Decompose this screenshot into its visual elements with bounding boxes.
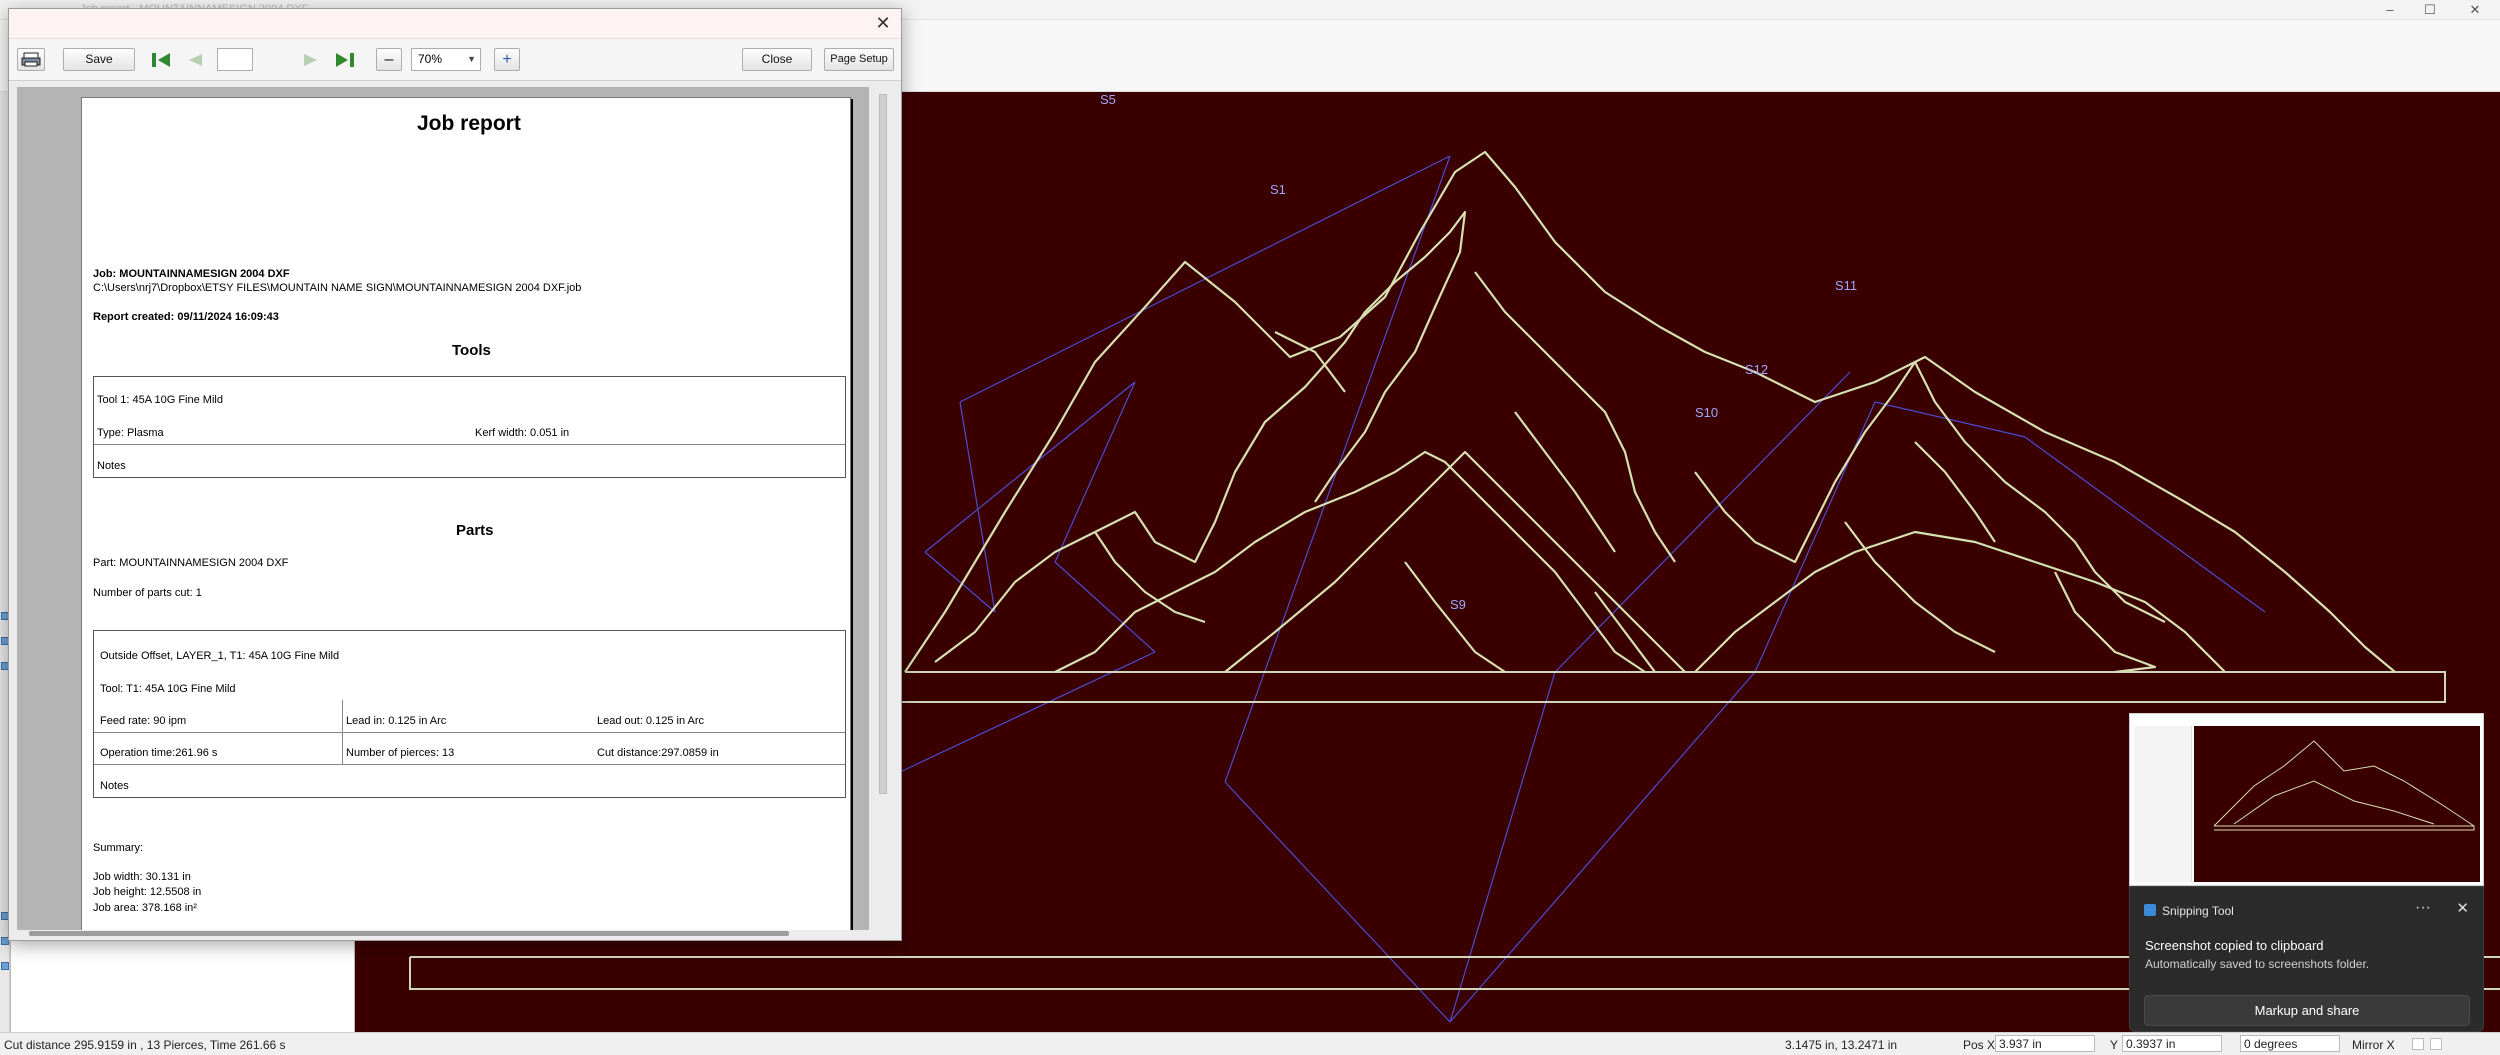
last-page-icon [336, 53, 354, 67]
operation-table-divider [94, 764, 845, 765]
next-page-button[interactable] [297, 48, 325, 71]
screenshot-thumbnail[interactable] [2129, 713, 2484, 886]
last-page-button[interactable] [331, 48, 359, 71]
pos-y-field[interactable]: 0.3937 in [2122, 1035, 2222, 1052]
zoom-out-button[interactable]: – [376, 48, 402, 71]
markup-and-share-button[interactable]: Markup and share [2144, 995, 2470, 1026]
previous-page-button[interactable] [181, 48, 209, 71]
operation-lead-in: Lead in: 0.125 in Arc [346, 715, 447, 727]
part-name: Part: MOUNTAINNAMESIGN 2004 DXF [93, 557, 289, 569]
thumbnail-dialog-preview [2134, 726, 2192, 882]
zoom-value: 70% [418, 52, 443, 66]
operation-name: Outside Offset, LAYER_1, T1: 45A 10G Fin… [100, 650, 340, 662]
printer-icon [21, 52, 41, 67]
operation-lead-out: Lead out: 0.125 in Arc [597, 715, 705, 727]
maximize-button[interactable]: ☐ [2415, 2, 2445, 18]
next-page-icon [304, 54, 317, 66]
operation-table-divider [94, 732, 845, 733]
toast-subtitle: Automatically saved to screenshots folde… [2145, 957, 2370, 971]
report-job-name: Job: MOUNTAINNAMESIGN 2004 DXF [93, 268, 290, 280]
mirror-x-checkbox[interactable] [2412, 1038, 2424, 1050]
previous-page-icon [189, 54, 202, 66]
tool-notes: Notes [97, 460, 126, 472]
summary-job-height: Job height: 12.5508 in [93, 886, 202, 898]
angle-field[interactable]: 0 degrees [2240, 1035, 2340, 1052]
mountain-outlines [904, 150, 2396, 674]
tools-heading: Tools [452, 342, 491, 359]
toast-title: Screenshot copied to clipboard [2145, 938, 2324, 953]
operation-table-column [342, 700, 343, 764]
mirror-x-label: Mirror X [2352, 1038, 2395, 1052]
snipping-tool-icon [2144, 904, 2156, 916]
desktop-screen: Job report - MOUNTAINNAMESIGN 2004 DXF –… [0, 0, 2500, 1055]
summary-job-width: Job width: 30.131 in [93, 871, 191, 883]
print-button[interactable] [17, 48, 45, 71]
chevron-down-icon: ▼ [467, 54, 476, 64]
save-button[interactable]: Save [63, 48, 135, 71]
thumbnail-drawing [2213, 740, 2475, 831]
report-page: Job report Job: MOUNTAINNAMESIGN 2004 DX… [81, 97, 851, 930]
operation-feed-rate: Feed rate: 90 ipm [100, 715, 187, 727]
operation-notes: Notes [100, 780, 129, 792]
pierce-label-s9: S9 [1450, 597, 1466, 612]
parts-cut-count: Number of parts cut: 1 [93, 587, 202, 599]
minimize-button[interactable]: – [2375, 2, 2405, 18]
tool-strip-icon[interactable] [1, 962, 9, 970]
report-title: Job report [417, 112, 521, 135]
parts-heading: Parts [456, 522, 494, 539]
more-options-icon[interactable]: ··· [2415, 899, 2431, 917]
report-job-path: C:\Users\nrj7\Dropbox\ETSY FILES\MOUNTAI… [93, 282, 582, 294]
pierce-label-s1: S1 [1270, 182, 1286, 197]
summary-heading: Summary: [93, 842, 144, 854]
vertical-scrollbar[interactable] [879, 94, 887, 794]
main-close-button[interactable]: ✕ [2460, 2, 2490, 18]
report-toolbar: Save – 70% ▼ + Close Page Setup [9, 39, 901, 81]
toast-app-name: Snipping Tool [2162, 904, 2234, 918]
tool-type: Type: Plasma [97, 427, 164, 439]
status-cursor-coords: 3.1475 in, 13.2471 in [1785, 1038, 1898, 1052]
status-cut-summary: Cut distance 295.9159 in , 13 Pierces, T… [4, 1038, 286, 1052]
operation-time: Operation time:261.96 s [100, 747, 218, 759]
page-setup-button[interactable]: Page Setup [824, 48, 894, 71]
pos-y-label: Y [2110, 1038, 2119, 1052]
operation-pierces: Number of pierces: 13 [346, 747, 455, 759]
pos-x-label: Pos X [1963, 1038, 1996, 1052]
snipping-tool-toast: Snipping Tool ··· ✕ Screenshot copied to… [2129, 886, 2484, 1032]
summary-job-area: Job area: 378.168 in² [93, 902, 197, 914]
pierce-label-s11: S11 [1835, 278, 1858, 293]
tool-kerf-width: Kerf width: 0.051 in [475, 427, 570, 439]
zoom-in-icon: + [502, 51, 512, 68]
pierce-label-s12: S12 [1745, 362, 1769, 377]
thumbnail-canvas-preview [2194, 726, 2480, 882]
pos-x-field[interactable]: 3.937 in [1995, 1035, 2095, 1052]
toast-close-icon[interactable]: ✕ [2456, 899, 2469, 917]
first-page-button[interactable] [147, 48, 175, 71]
tool-table-divider [94, 444, 845, 445]
tool-name: Tool 1: 45A 10G Fine Mild [97, 394, 223, 406]
first-page-icon [152, 53, 170, 67]
zoom-in-button[interactable]: + [494, 48, 520, 71]
horizontal-scrollbar[interactable] [29, 931, 789, 936]
mirror-y-checkbox[interactable] [2430, 1038, 2442, 1050]
status-bar: Cut distance 295.9159 in , 13 Pierces, T… [0, 1032, 2500, 1055]
close-button[interactable]: Close [742, 48, 812, 71]
dialog-close-x-button[interactable]: ✕ [871, 12, 895, 34]
pierce-label-s5: S5 [1100, 92, 1116, 107]
zoom-out-icon: – [384, 51, 394, 68]
zoom-select[interactable]: 70% ▼ [411, 48, 481, 71]
report-created: Report created: 09/11/2024 16:09:43 [93, 311, 279, 323]
job-report-dialog: ✕ Save – 70% ▼ + Close Page Setup Job re… [8, 8, 902, 941]
dialog-titlebar: ✕ [9, 9, 901, 39]
page-number-input[interactable] [217, 48, 253, 71]
operation-tool: Tool: T1: 45A 10G Fine Mild [100, 683, 236, 695]
report-preview-viewport[interactable]: Job report Job: MOUNTAINNAMESIGN 2004 DX… [17, 87, 869, 930]
pierce-label-s10: S10 [1695, 405, 1719, 420]
tool-table [93, 376, 846, 478]
operation-cut-distance: Cut distance:297.0859 in [597, 747, 719, 759]
